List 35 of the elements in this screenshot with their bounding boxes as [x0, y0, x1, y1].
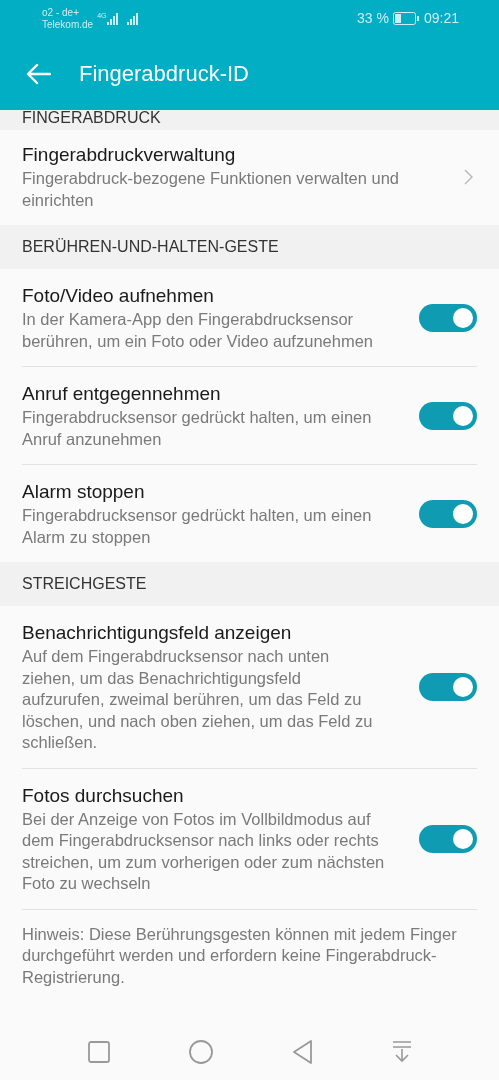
- signal-icon: [127, 12, 139, 25]
- setting-title: Foto/Video aufnehmen: [22, 284, 215, 308]
- toggle-switch[interactable]: [419, 303, 477, 332]
- setting-description: Fingerabdruck-bezogene Funktionen verwalten und einrichten: [22, 168, 400, 211]
- setting-description: Auf dem Fingerabdrucksensor nach unten ziehen, um das Benachrichtigungsfeld aufzurufen, zweimal berühren, um das Feld zu löschen, und nach oben ziehen, um das Feld zu schließen.: [22, 646, 374, 753]
- toggle-switch[interactable]: [419, 499, 477, 528]
- home-icon[interactable]: [188, 1040, 213, 1064]
- note-text: Hinweis: Diese Berührungsgesten können mit jedem Finger durchgeführt werden und erfordern keine Fingerabdruck-Registrierung.: [22, 908, 477, 988]
- section-header: STREICHGESTE: [0, 562, 499, 606]
- back-arrow-icon[interactable]: [25, 62, 51, 85]
- signal-icon: [107, 12, 119, 25]
- square-icon[interactable]: [87, 1041, 110, 1063]
- toggle-switch[interactable]: [419, 672, 477, 701]
- toggle-switch[interactable]: [419, 824, 477, 853]
- setting-title: Anruf entgegennehmen: [22, 382, 222, 406]
- battery-icon: [392, 12, 419, 25]
- setting-title: Alarm stoppen: [22, 480, 146, 504]
- notification-shade-icon[interactable]: [391, 1041, 412, 1063]
- setting-description: In der Kamera-App den Fingerabdrucksensor berühren, um ein Foto oder Video aufzunehmen: [22, 309, 374, 352]
- battery-percentage: 33 %: [357, 9, 389, 28]
- screen-title: Fingerabdruck-ID: [79, 60, 249, 88]
- setting-description: Fingerabdrucksensor gedrückt halten, um einen Anruf anzunehmen: [22, 407, 373, 450]
- back-icon[interactable]: [291, 1040, 313, 1064]
- setting-title: Fotos durchsuchen: [22, 783, 185, 808]
- section-header: BERÜHREN-UND-HALTEN-GESTE: [0, 225, 499, 269]
- setting-description: Fingerabdrucksensor gedrückt halten, um einen Alarm zu stoppen: [22, 505, 373, 548]
- clock: 09:21: [423, 9, 459, 28]
- carrier-name: Telekom.de: [42, 18, 94, 31]
- carrier-name: o2 - de+: [42, 6, 80, 19]
- section-header: FINGERABDRUCK: [0, 110, 499, 130]
- toggle-switch[interactable]: [419, 401, 477, 430]
- chevron-right-icon: [464, 168, 473, 185]
- setting-description: Bei der Anzeige von Fotos im Vollbildmodus auf dem Fingerabdrucksensor nach links oder rechts streichen, um zum vorherigen oder zum nächsten Foto zu wechseln: [22, 808, 385, 894]
- setting-title: Fingerabdruckverwaltung: [22, 143, 237, 167]
- setting-title: Benachrichtigungsfeld anzeigen: [22, 621, 293, 645]
